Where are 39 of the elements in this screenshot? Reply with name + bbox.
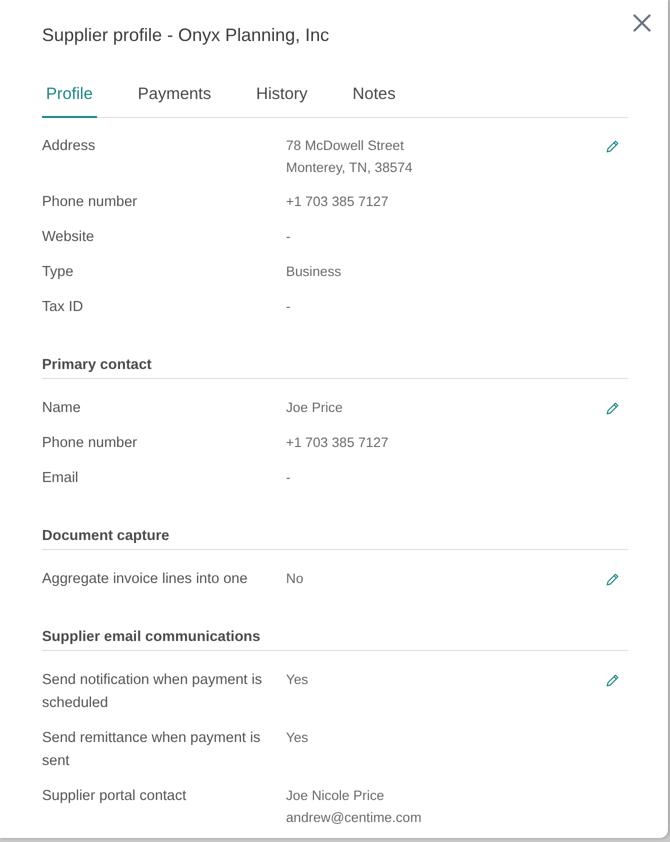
field-label: Email: [42, 469, 80, 488]
pencil-icon[interactable]: [606, 140, 619, 153]
field-label: Website: [42, 228, 96, 247]
field-value: -: [286, 228, 292, 246]
field-label: Send notification when payment is scheduled: [42, 671, 264, 713]
tab[interactable]: Payments: [134, 74, 216, 118]
section-heading: Document capture: [42, 526, 628, 550]
field-label: Name: [42, 399, 82, 418]
field-value: Joe Nicole Price: [286, 787, 386, 805]
pencil-icon[interactable]: [606, 573, 619, 586]
pencil-icon[interactable]: [606, 674, 619, 687]
close-icon[interactable]: [633, 14, 651, 32]
field-value: -: [286, 469, 292, 487]
field-value: Yes: [286, 729, 310, 747]
section-heading: Supplier email communications: [42, 627, 628, 651]
field-label: Phone number: [42, 193, 138, 212]
field-value: Monterey, TN, 38574: [286, 159, 414, 177]
pencil-icon[interactable]: [606, 402, 619, 415]
field-label: Phone number: [42, 434, 138, 453]
tab[interactable]: Profile: [42, 74, 97, 118]
field-value: +1 703 385 7127: [286, 434, 390, 452]
field-label: Address: [42, 137, 96, 156]
section-heading: Primary contact: [42, 355, 628, 379]
field-value: andrew@centime.com: [286, 809, 422, 827]
field-value: +1 703 385 7127: [286, 193, 390, 211]
field-label: Tax ID: [42, 298, 84, 317]
field-value: No: [286, 570, 304, 588]
field-label: Type: [42, 263, 74, 282]
field-value: -: [286, 298, 292, 316]
field-value: Joe Price: [286, 399, 344, 417]
field-label: Aggregate invoice lines into one: [42, 570, 249, 589]
field-value: Yes: [286, 671, 310, 689]
field-label: Send remittance when payment is sent: [42, 729, 262, 771]
dialog-title: Supplier profile - Onyx Planning, Inc: [42, 24, 330, 47]
field-value: Business: [286, 263, 342, 281]
field-label: Supplier portal contact: [42, 787, 188, 806]
tab[interactable]: History: [252, 74, 312, 118]
field-value: 78 McDowell Street: [286, 137, 405, 155]
tab[interactable]: Notes: [348, 74, 400, 118]
